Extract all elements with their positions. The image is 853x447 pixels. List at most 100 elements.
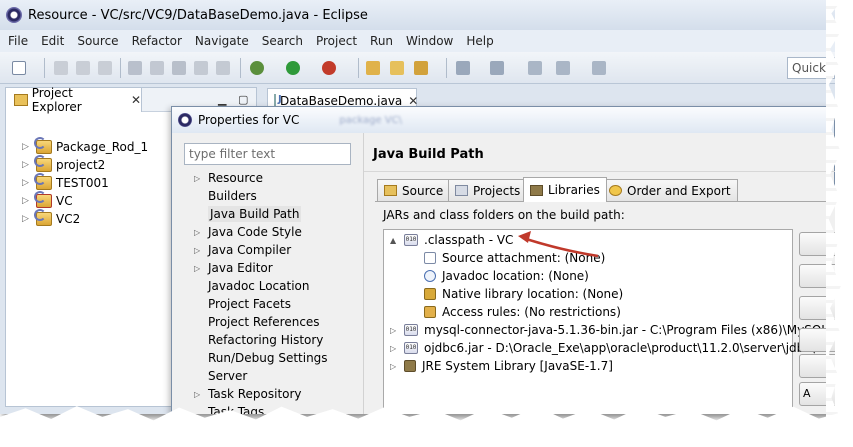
- menu-refactor[interactable]: Refactor: [132, 34, 182, 48]
- tab-label: Libraries: [548, 183, 600, 197]
- close-icon[interactable]: ✕: [131, 93, 141, 107]
- tab-projects[interactable]: Projects: [448, 179, 528, 201]
- menu-bar: File Edit Source Refactor Navigate Searc…: [0, 30, 835, 52]
- forward-icon[interactable]: [592, 61, 606, 75]
- nav-item-builders[interactable]: Builders: [194, 187, 257, 205]
- nav-label: Run/Debug Settings: [208, 351, 328, 365]
- project-label: VC: [56, 194, 73, 208]
- expand-icon[interactable]: ▷: [390, 344, 404, 353]
- wand-icon[interactable]: [150, 61, 164, 75]
- tree-item[interactable]: ▷ Package_Rod_1: [22, 137, 148, 156]
- expand-icon[interactable]: ▷: [22, 196, 32, 206]
- nav-item-refactoring-history[interactable]: Refactoring History: [194, 331, 323, 349]
- divider: [364, 171, 835, 172]
- tree-item[interactable]: ▷ project2: [22, 155, 105, 174]
- tree-item[interactable]: ▷ VC2: [22, 209, 80, 228]
- expand-icon[interactable]: ▷: [22, 178, 32, 188]
- eclipse-logo-icon: [178, 113, 192, 127]
- tab-project-explorer[interactable]: Project Explorer ✕: [6, 86, 142, 114]
- expand-icon[interactable]: ▷: [22, 142, 32, 152]
- expand-icon[interactable]: ▷: [194, 228, 208, 237]
- nav-item-run-debug-settings[interactable]: Run/Debug Settings: [194, 349, 328, 367]
- nav-item-java-editor[interactable]: ▷ Java Editor: [194, 259, 273, 277]
- minimize-icon[interactable]: ▁: [218, 93, 226, 106]
- new-icon[interactable]: [12, 61, 26, 75]
- menu-project[interactable]: Project: [316, 34, 357, 48]
- run-icon[interactable]: [286, 61, 300, 75]
- library-attribute-row[interactable]: Native library location: (None): [424, 285, 623, 303]
- expand-icon[interactable]: ▷: [194, 174, 208, 183]
- menu-help[interactable]: Help: [466, 34, 493, 48]
- splitter[interactable]: [363, 133, 364, 414]
- menu-source[interactable]: Source: [77, 34, 118, 48]
- tree-item[interactable]: ▷ VC: [22, 191, 73, 210]
- menu-search[interactable]: Search: [262, 34, 303, 48]
- print-icon[interactable]: [98, 61, 112, 75]
- prev-annotation-icon[interactable]: [490, 61, 504, 75]
- run-external-icon[interactable]: [322, 61, 336, 75]
- expand-icon[interactable]: ▷: [194, 390, 208, 399]
- library-row[interactable]: ▷ 010 mysql-connector-java-5.1.36-bin.ja…: [390, 321, 828, 339]
- filter-input[interactable]: type filter text: [184, 143, 351, 165]
- source-folder-icon: [384, 185, 397, 196]
- save-all-icon[interactable]: [76, 61, 90, 75]
- properties-dialog: Properties for VC package VC\ type filte…: [171, 106, 835, 414]
- menu-edit[interactable]: Edit: [41, 34, 64, 48]
- collapse-icon[interactable]: ▲: [390, 236, 404, 245]
- last-edit-icon[interactable]: [528, 61, 542, 75]
- menu-file[interactable]: File: [8, 34, 28, 48]
- nav-label: Server: [208, 369, 248, 383]
- nav-label: Java Code Style: [208, 225, 302, 239]
- menu-run[interactable]: Run: [370, 34, 393, 48]
- jar-icon: 010: [404, 342, 418, 354]
- library-row[interactable]: ▷ 010 ojdbc6.jar - D:\Oracle_Exe\app\ora…: [390, 339, 829, 357]
- nav-label: Project References: [208, 315, 320, 329]
- expand-icon[interactable]: ▷: [194, 246, 208, 255]
- library-row[interactable]: ▷ JRE System Library [JavaSE-1.7]: [390, 357, 613, 375]
- expand-icon[interactable]: ▷: [390, 362, 404, 371]
- maximize-icon[interactable]: ▢: [238, 93, 248, 106]
- project-label: TEST001: [56, 176, 109, 190]
- nav-item-java-code-style[interactable]: ▷ Java Code Style: [194, 223, 302, 241]
- nav-label: Java Build Path: [208, 206, 302, 222]
- nav-label: Project Facets: [208, 297, 291, 311]
- back-icon[interactable]: [556, 61, 570, 75]
- library-attribute-row[interactable]: Access rules: (No restrictions): [424, 303, 621, 321]
- open-folder-icon[interactable]: [390, 61, 404, 75]
- tab-label: Project Explorer: [31, 86, 82, 114]
- attribute-label: Native library location: (None): [442, 287, 624, 301]
- nav-item-project-facets[interactable]: Project Facets: [194, 295, 291, 313]
- nav-item-project-references[interactable]: Project References: [194, 313, 320, 331]
- menu-window[interactable]: Window: [406, 34, 453, 48]
- tab-order-and-export[interactable]: Order and Export: [602, 179, 738, 201]
- next-annotation-icon[interactable]: [456, 61, 470, 75]
- expand-icon[interactable]: ▷: [390, 326, 404, 335]
- page-title: Java Build Path: [373, 147, 484, 162]
- project-icon: [34, 155, 52, 172]
- nav-item-task-repository[interactable]: ▷ Task Repository: [194, 385, 302, 403]
- debug-icon[interactable]: [250, 61, 264, 75]
- block-icon[interactable]: [194, 61, 208, 75]
- nav-item-resource[interactable]: ▷ Resource: [194, 169, 263, 187]
- expand-icon[interactable]: ▷: [22, 160, 32, 170]
- tab-source[interactable]: Source: [377, 179, 451, 201]
- pencil-icon[interactable]: [414, 61, 428, 75]
- library-attribute-row[interactable]: Source attachment: (None): [424, 249, 605, 267]
- nav-item-java-build-path[interactable]: Java Build Path: [194, 205, 302, 223]
- library-tree[interactable]: ▲ 010 .classpath - VC Source attachment:…: [383, 229, 829, 414]
- open-type-icon[interactable]: [366, 61, 380, 75]
- tab-libraries[interactable]: Libraries: [523, 177, 607, 202]
- save-icon[interactable]: [54, 61, 68, 75]
- toggle-mark-icon[interactable]: [128, 61, 142, 75]
- expand-icon[interactable]: ▷: [194, 264, 208, 273]
- nav-item-server[interactable]: Server: [194, 367, 247, 385]
- expand-icon[interactable]: ▷: [22, 214, 32, 224]
- menu-navigate[interactable]: Navigate: [195, 34, 249, 48]
- library-row[interactable]: ▲ 010 .classpath - VC: [390, 231, 513, 249]
- task-icon[interactable]: [172, 61, 186, 75]
- nav-item-javadoc-location[interactable]: Javadoc Location: [194, 277, 309, 295]
- paragraph-icon[interactable]: [216, 61, 230, 75]
- nav-item-java-compiler[interactable]: ▷ Java Compiler: [194, 241, 291, 259]
- library-attribute-row[interactable]: Javadoc location: (None): [424, 267, 589, 285]
- tree-item[interactable]: ▷ TEST001: [22, 173, 109, 192]
